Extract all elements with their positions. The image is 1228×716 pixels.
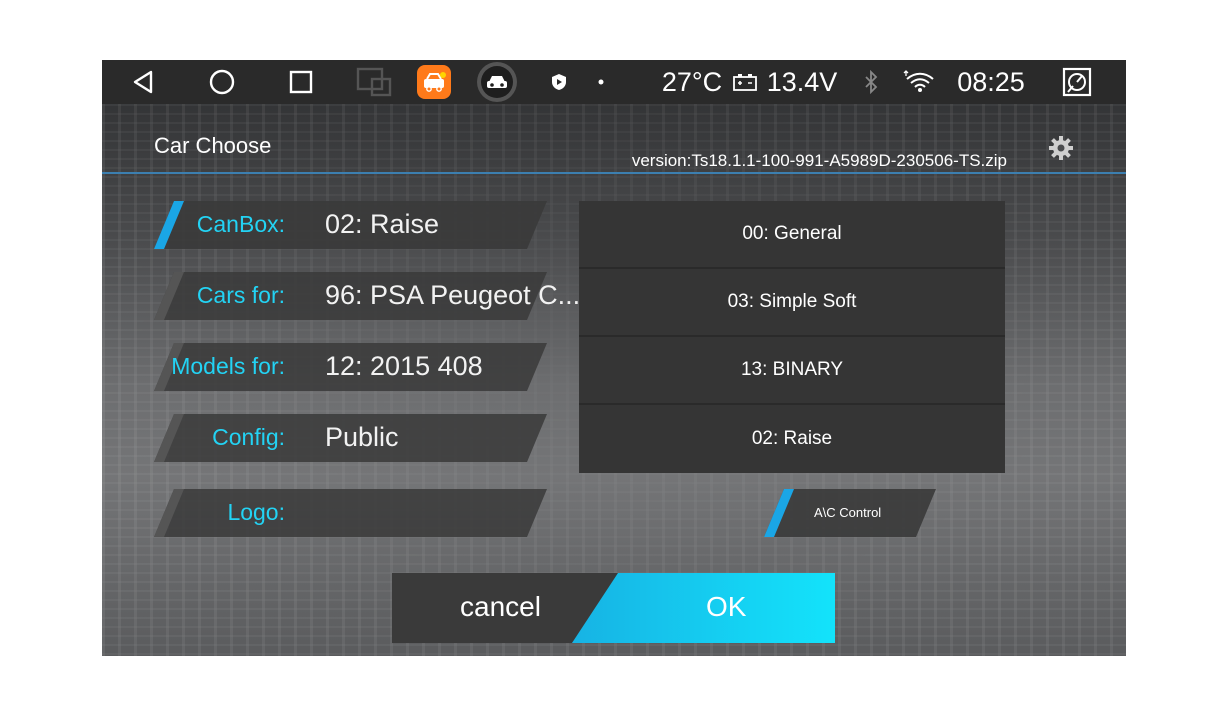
car-app-icon[interactable] (476, 60, 518, 104)
button-plates (392, 573, 835, 643)
back-icon[interactable] (128, 60, 158, 104)
voltage-text: 13.4V (766, 66, 838, 97)
logo-field[interactable]: Logo: (152, 489, 547, 537)
wifi-icon (902, 60, 936, 104)
status-bar: 27°C 13.4V 08:25 (102, 60, 1126, 104)
header-divider (102, 172, 1126, 174)
recents-icon[interactable] (286, 60, 316, 104)
dialog-buttons: cancel OK (392, 573, 835, 643)
car-settings-app-icon[interactable] (416, 60, 452, 104)
canbox-value: 02: Raise (325, 209, 440, 239)
cars-for-label: Cars for: (196, 282, 285, 308)
config-label: Config: (212, 424, 285, 450)
shield-icon (548, 60, 570, 104)
models-for-value: 12: 2015 408 (325, 351, 483, 381)
models-for-label: Models for: (171, 353, 285, 379)
models-for-field[interactable]: Models for: 12: 2015 408 (152, 343, 547, 391)
head-unit-screen: 27°C 13.4V 08:25 Car Choose version:Ts18… (102, 60, 1126, 656)
field-plate (154, 489, 547, 537)
cancel-button[interactable]: cancel (460, 591, 541, 623)
ac-control-label: A\C Control (814, 505, 882, 520)
version-text: version:Ts18.1.1-100-991-A5989D-230506-T… (631, 151, 1007, 170)
notification-dot-icon (596, 60, 606, 104)
bluetooth-icon (860, 60, 882, 104)
gear-icon[interactable] (1047, 134, 1075, 162)
list-item[interactable]: 03: Simple Soft (579, 269, 1005, 337)
cars-for-value: 96: PSA Peugeot C... (325, 280, 581, 310)
list-item[interactable]: 00: General (579, 201, 1005, 269)
ok-button[interactable]: OK (706, 591, 746, 623)
page-title: Car Choose (154, 133, 272, 158)
canbox-field[interactable]: CanBox: 02: Raise (152, 201, 547, 249)
screen-capture-icon[interactable] (1060, 60, 1094, 104)
ac-control-button[interactable]: A\C Control (762, 489, 938, 537)
config-value: Public (325, 422, 399, 452)
list-item[interactable]: 02: Raise (579, 405, 1005, 473)
temperature-text: 27°C (661, 66, 723, 97)
split-screen-icon[interactable] (354, 60, 394, 104)
battery-icon (731, 60, 759, 104)
logo-label: Logo: (227, 499, 285, 525)
canbox-options-list: 00: General 03: Simple Soft 13: BINARY 0… (579, 201, 1005, 473)
home-icon[interactable] (206, 60, 238, 104)
config-field[interactable]: Config: Public (152, 414, 547, 462)
list-item[interactable]: 13: BINARY (579, 337, 1005, 405)
canbox-label: CanBox: (196, 211, 285, 237)
clock-text: 08:25 (957, 66, 1025, 97)
cars-for-field[interactable]: Cars for: 96: PSA Peugeot C... (152, 272, 580, 320)
